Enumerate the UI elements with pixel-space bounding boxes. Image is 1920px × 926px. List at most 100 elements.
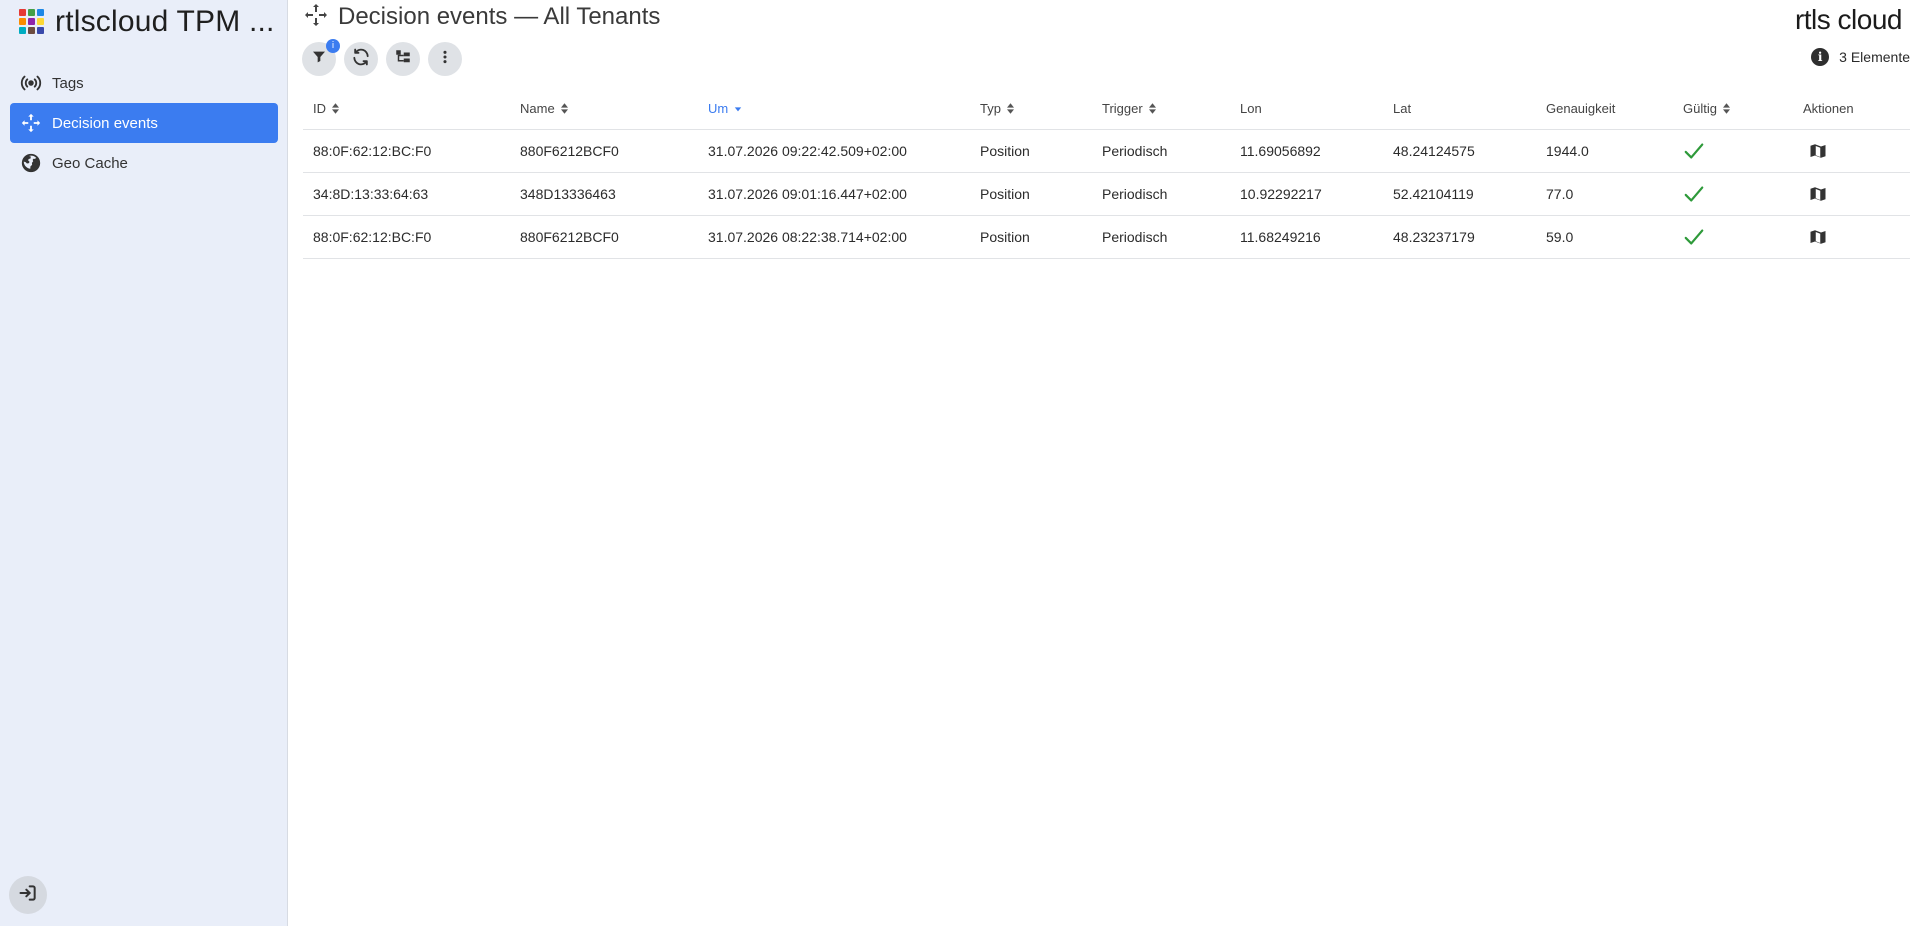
move-arrows-icon [20,112,42,134]
cell-lat: 48.23237179 [1393,229,1475,245]
column-header-lat: Lat [1383,101,1536,116]
cell-gueltig [1673,183,1793,205]
cell-typ: Position [980,186,1030,202]
cell-gueltig [1673,140,1793,162]
cell-genauigkeit: 1944.0 [1546,143,1589,159]
cell-name: 348D13336463 [520,186,616,202]
map-icon[interactable] [1809,228,1827,246]
move-arrows-icon [304,3,328,32]
column-header-id[interactable]: ID [303,101,510,116]
column-header-label: Genauigkeit [1546,101,1616,116]
sign-in-icon [18,883,38,908]
filter-badge: i [326,39,340,53]
cell-trigger: Periodisch [1102,143,1168,159]
logout-button[interactable] [9,876,47,914]
check-icon [1683,140,1705,162]
column-header-typ[interactable]: Typ [970,101,1092,116]
cell-lat: 52.42104119 [1393,186,1474,202]
check-icon [1683,226,1705,248]
logo-square [19,9,26,16]
filter-icon [311,49,327,70]
app-brand[interactable]: rtlscloud TPM ... [19,4,275,40]
refresh-button[interactable] [344,42,378,76]
cell-um: 31.07.2026 09:01:16.447+02:00 [708,186,907,202]
column-header-label: Name [520,101,555,116]
column-header-label: Lat [1393,101,1412,116]
more-vertical-icon [437,49,453,70]
sidebar-item-decision-events[interactable]: Decision events [10,103,278,143]
cell-genauigkeit: 77.0 [1546,186,1574,202]
column-header-label: Typ [980,101,1001,116]
column-header-trigger[interactable]: Trigger [1092,101,1230,116]
column-header-aktionen: Aktionen [1793,101,1910,116]
main-content: Decision events — All Tenants rtls cloud… [288,0,1920,926]
column-header-um[interactable]: Um [698,101,970,116]
sidebar-item-geo-cache[interactable]: Geo Cache [10,143,278,183]
cell-genauigkeit: 59.0 [1546,229,1574,245]
map-icon[interactable] [1809,142,1827,160]
column-header-label: Trigger [1102,101,1143,116]
app-title: rtlscloud TPM ... [55,5,275,38]
logo-square [37,27,44,34]
sort-icon [560,103,568,114]
cell-lon: 11.69056892 [1240,143,1321,159]
sidebar-nav: Tags Decision events Geo Cache [10,63,278,183]
page-header: Decision events — All Tenants [304,2,660,32]
broadcast-icon [20,72,42,94]
table-row[interactable]: 88:0F:62:12:BC:F0 880F6212BCF0 31.07.2026 … [303,216,1910,259]
table-header: ID Name Um Typ Trigger Lon Lat Genauigkeit Gülti… [303,88,1910,130]
page-title: Decision events — All Tenants [338,3,661,30]
logo-square [19,18,26,25]
refresh-icon [351,47,371,72]
column-header-name[interactable]: Name [510,101,698,116]
column-header-label: Um [708,101,729,116]
cell-um: 31.07.2026 09:22:42.509+02:00 [708,143,907,159]
tree-view-icon [394,48,412,71]
cell-name: 880F6212BCF0 [520,229,619,245]
logo-square [19,27,26,34]
sidebar: rtlscloud TPM ... Tags Decision events G… [0,0,288,926]
app-grid-icon [19,9,45,35]
table-row[interactable]: 34:8D:13:33:64:63 348D13336463 31.07.2026 … [303,173,1910,216]
cell-lat: 48.24124575 [1393,143,1475,159]
cell-typ: Position [980,143,1030,159]
cell-trigger: Periodisch [1102,229,1168,245]
brand-logo: rtls cloud [1794,4,1903,35]
sort-icon [1722,103,1730,114]
cell-lon: 10.92292217 [1240,186,1322,202]
sidebar-item-label: Geo Cache [52,154,128,172]
sidebar-item-label: Tags [52,74,84,92]
sort-icon [1006,103,1014,114]
events-table: ID Name Um Typ Trigger Lon Lat Genauigkeit Gülti… [303,88,1910,259]
info-icon: i [1811,48,1830,66]
column-header-gueltig[interactable]: Gültig [1673,101,1793,116]
more-options-button[interactable] [428,42,462,76]
cell-gueltig [1673,226,1793,248]
toolbar: i [302,39,462,76]
cell-id: 88:0F:62:12:BC:F0 [313,143,432,159]
cell-id: 34:8D:13:33:64:63 [313,186,429,202]
tree-view-button[interactable] [386,42,420,76]
table-body: 88:0F:62:12:BC:F0 880F6212BCF0 31.07.2026 … [303,130,1910,259]
sidebar-item-tags[interactable]: Tags [10,63,278,103]
sort-icon [1148,103,1156,114]
column-header-label: Gültig [1683,101,1717,116]
cell-typ: Position [980,229,1030,245]
cell-aktionen [1793,185,1910,203]
sort-desc-icon [734,105,742,113]
filter-button[interactable]: i [302,39,340,76]
element-count-label: 3 Elemente [1839,49,1910,65]
logo-square [37,18,44,25]
cell-trigger: Periodisch [1102,186,1168,202]
element-count: i 3 Elemente [1811,48,1910,66]
logo-square [28,18,35,25]
logo-square [37,9,44,16]
logo-square [28,27,35,34]
table-row[interactable]: 88:0F:62:12:BC:F0 880F6212BCF0 31.07.2026 … [303,130,1910,173]
map-icon[interactable] [1809,185,1827,203]
cell-name: 880F6212BCF0 [520,143,619,159]
column-header-label: Aktionen [1803,101,1854,116]
column-header-label: ID [313,101,326,116]
cell-lon: 11.68249216 [1240,229,1321,245]
logo-square [28,9,35,16]
